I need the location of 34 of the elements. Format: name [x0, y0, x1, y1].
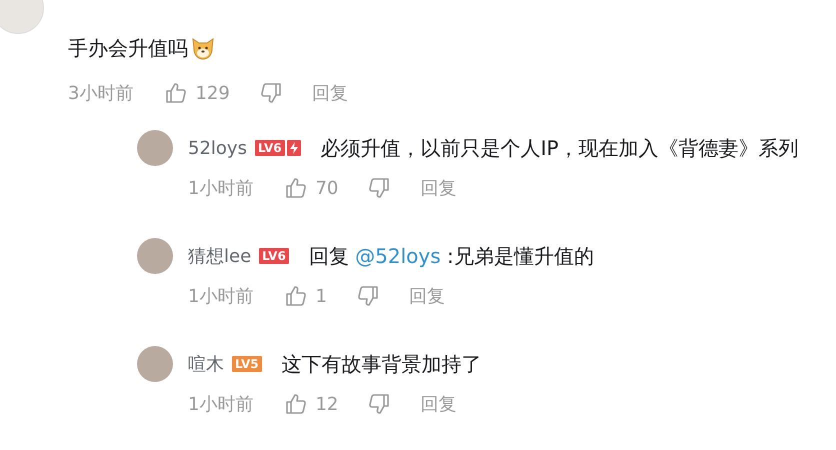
level-badge: LV6 [254, 140, 285, 156]
avatar-placeholder[interactable] [137, 346, 173, 382]
comment-time: 1小时前 [188, 285, 254, 308]
avatar-placeholder[interactable] [137, 238, 173, 274]
comment-time: 1小时前 [188, 177, 254, 200]
username[interactable]: 52loys [188, 138, 247, 158]
reply-link[interactable]: 回复 [408, 284, 445, 308]
like-count: 70 [315, 178, 338, 198]
comment-time: 1小时前 [188, 393, 254, 416]
reply-link[interactable]: 回复 [312, 81, 348, 105]
like-count: 1 [315, 286, 327, 306]
thumbs-down-icon[interactable] [368, 177, 390, 199]
thumbs-up-icon[interactable] [285, 285, 308, 307]
thumbs-up-icon[interactable] [285, 393, 308, 415]
comment-time: 3小时前 [68, 82, 134, 105]
thumbs-up-icon[interactable] [285, 177, 308, 199]
level-badge: LV6 [259, 248, 289, 264]
like-count: 12 [315, 394, 338, 414]
mention-link[interactable]: @52loys [355, 244, 441, 268]
reply-text: 这下有故事背景加持了 [282, 350, 482, 378]
comment-text: 手办会升值吗 [68, 34, 188, 62]
thumbs-down-icon[interactable] [368, 393, 390, 415]
like-count: 129 [195, 82, 230, 104]
reply-link[interactable]: 回复 [420, 176, 456, 200]
thumbs-up-icon[interactable] [165, 82, 188, 104]
level-badge: LV5 [232, 356, 262, 372]
reply-text: 回复 @52loys :兄弟是懂升值的 [308, 242, 594, 270]
thumbs-down-icon[interactable] [260, 82, 282, 104]
reply-link[interactable]: 回复 [420, 392, 456, 416]
reply-text: 必须升值，以前只是个人IP，现在加入《背德妻》系列 [320, 134, 799, 162]
thumbs-down-icon[interactable] [356, 285, 379, 307]
username[interactable]: 猜想lee [188, 244, 252, 268]
avatar-placeholder[interactable] [137, 130, 173, 166]
username[interactable]: 喧木 [188, 352, 224, 376]
